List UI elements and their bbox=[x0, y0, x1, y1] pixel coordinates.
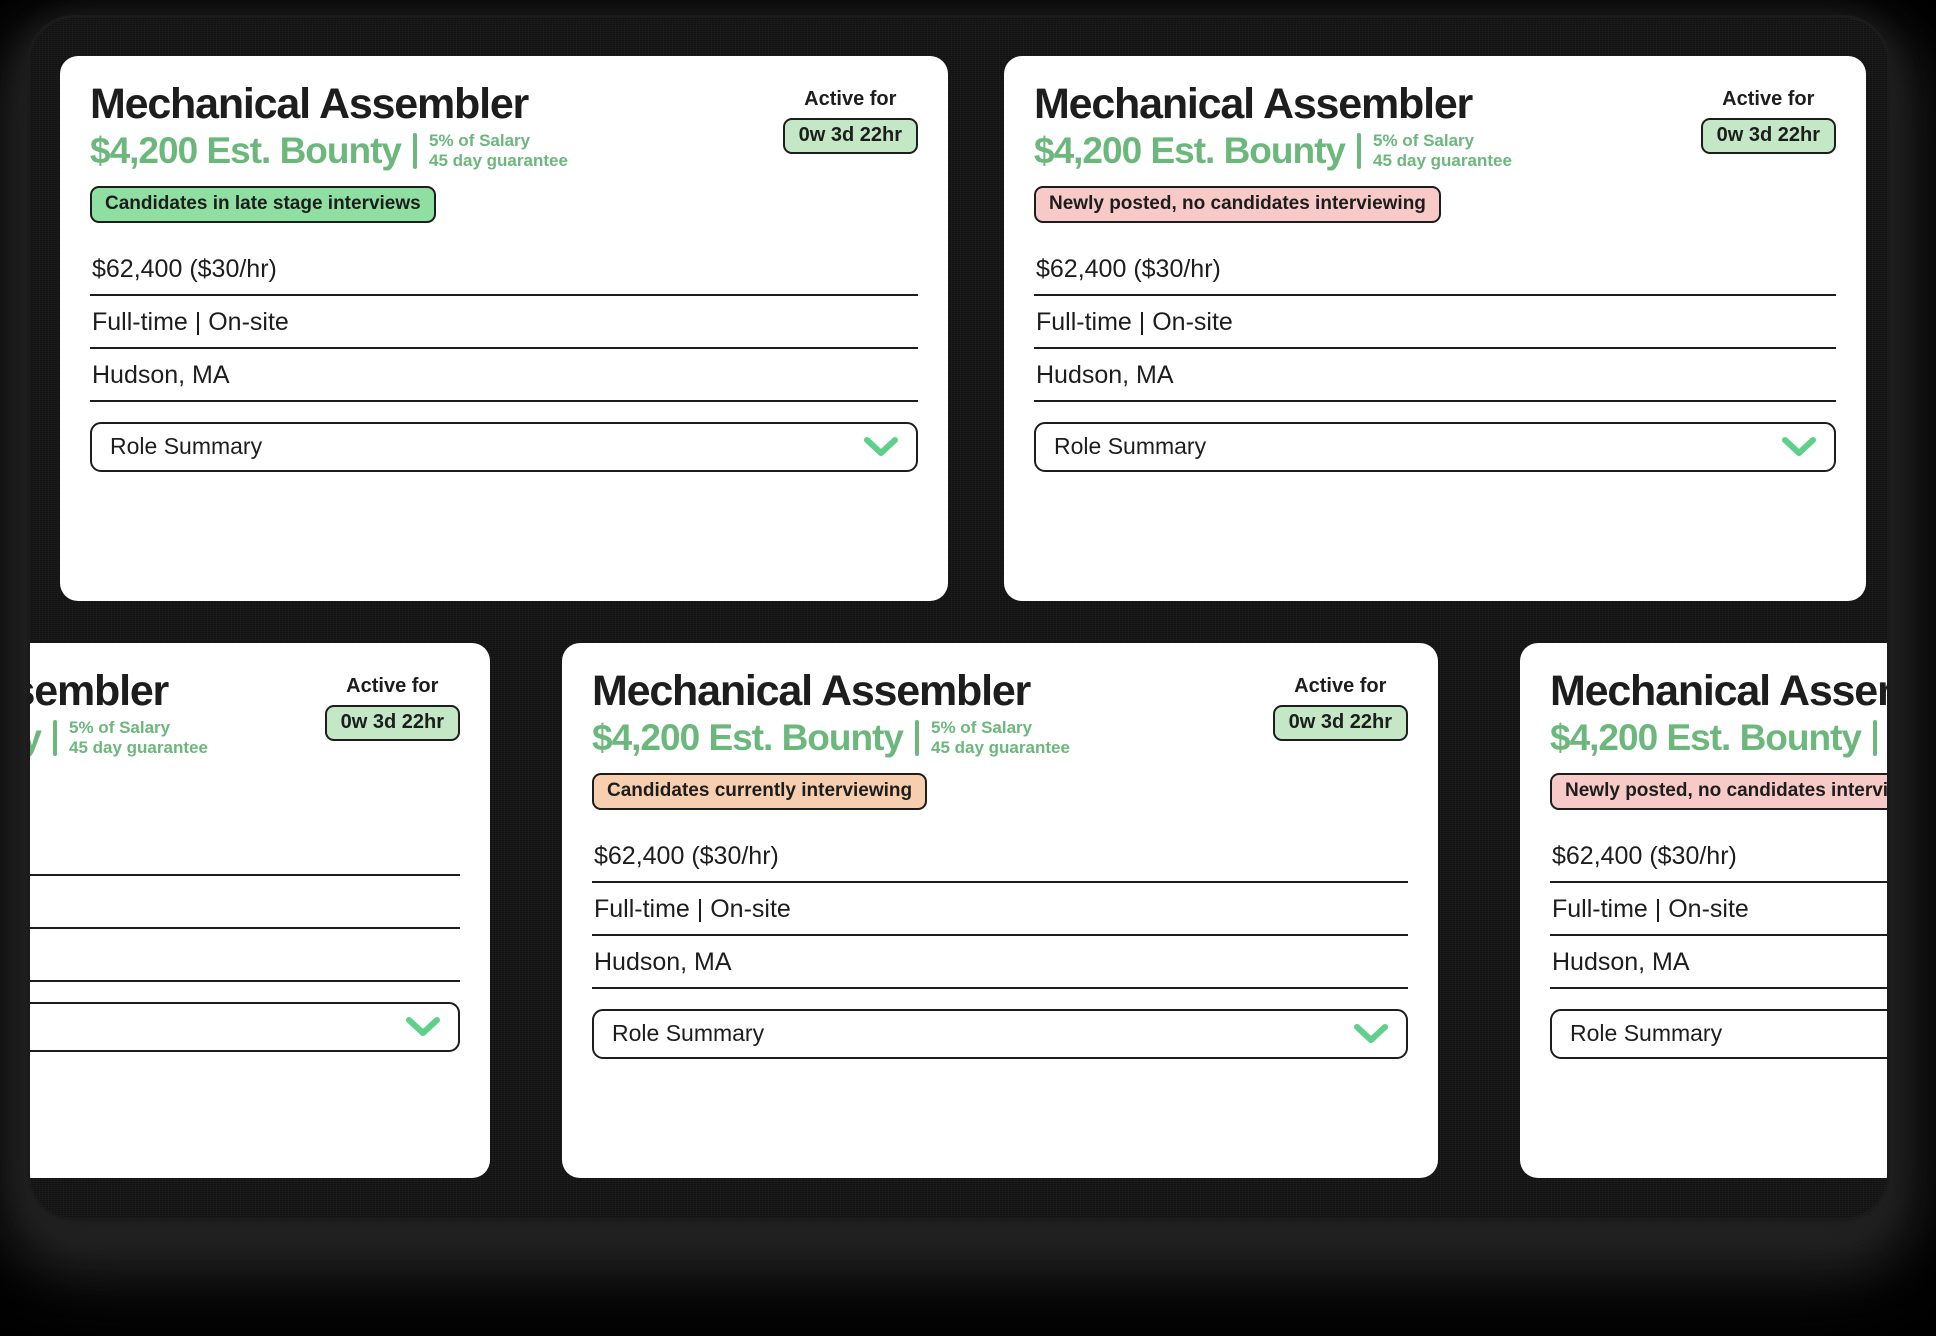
location-row: Hudson, MA bbox=[1550, 948, 1887, 989]
active-for-label: Active for bbox=[804, 88, 897, 110]
location-row: Hudson, MA bbox=[592, 948, 1408, 989]
bounty-terms-line-2: 45 day guarantee bbox=[69, 738, 208, 758]
job-title: Mechanical Assembler bbox=[1550, 667, 1887, 715]
salary-row: $62,400 ($30/hr) bbox=[1550, 842, 1887, 883]
bounty-row: $4,200 Est. Bounty 5% of Salary 45 day g… bbox=[90, 129, 568, 172]
bounty-terms: 5% of Salary 45 day guarantee bbox=[429, 131, 568, 172]
active-for-block: Active for 0w 3d 22hr bbox=[1700, 82, 1836, 154]
card-header: Mechanical Assembler $4,200 Est. Bounty … bbox=[30, 669, 460, 759]
bounty-row: $4,200 Est. Bounty 5% of Salary 45 day g… bbox=[1550, 716, 1887, 759]
bounty-terms: 5% of Salary 45 day guarantee bbox=[69, 718, 208, 759]
bounty-row: $4,200 Est. Bounty 5% of Salary 45 day g… bbox=[592, 716, 1070, 759]
role-summary-label: Role Summary bbox=[1570, 1020, 1723, 1046]
active-for-label: Active for bbox=[1722, 88, 1815, 110]
role-summary-toggle[interactable]: Role Summary bbox=[592, 1008, 1408, 1059]
device-frame: Mechanical Assembler $4,200 Est. Bounty … bbox=[30, 18, 1887, 1218]
card-header-left: Mechanical Assembler $4,200 Est. Bounty … bbox=[592, 669, 1070, 759]
bounty-divider bbox=[53, 719, 58, 756]
job-card[interactable]: Mechanical Assembler $4,200 Est. Bounty … bbox=[60, 56, 948, 601]
active-for-block: Active for 0w 3d 22hr bbox=[1272, 669, 1408, 741]
card-header: Mechanical Assembler $4,200 Est. Bounty … bbox=[1034, 82, 1836, 172]
card-header: Mechanical Assembler $4,200 Est. Bounty … bbox=[90, 82, 918, 172]
bounty-terms-line-1: 5% of Salary bbox=[69, 717, 171, 737]
bounty-terms-line-1: 5% of Salary bbox=[931, 717, 1033, 737]
salary-row: $62,400 ($30/hr) bbox=[592, 842, 1408, 883]
active-duration-pill: 0w 3d 22hr bbox=[1700, 118, 1836, 154]
bounty-amount: $4,200 Est. Bounty bbox=[1034, 129, 1346, 171]
location-row: Hudson, MA bbox=[30, 941, 460, 982]
employment-row: Full-time | On-site bbox=[90, 308, 918, 349]
job-card[interactable]: Mechanical Assembler $4,200 Est. Bounty … bbox=[562, 643, 1438, 1178]
bounty-amount: $4,200 Est. Bounty bbox=[30, 716, 42, 758]
bounty-divider bbox=[1357, 132, 1362, 169]
location-row: Hudson, MA bbox=[1034, 361, 1836, 402]
card-header-left: Mechanical Assembler $4,200 Est. Bounty … bbox=[1034, 82, 1512, 172]
role-summary-toggle[interactable]: Role Summary bbox=[90, 421, 918, 472]
job-card[interactable]: Mechanical Assembler $4,200 Est. Bounty … bbox=[1520, 643, 1887, 1178]
active-duration-pill: 0w 3d 22hr bbox=[782, 118, 918, 154]
chevron-down-icon[interactable] bbox=[1354, 1023, 1388, 1045]
card-header-left: Mechanical Assembler $4,200 Est. Bounty … bbox=[30, 669, 208, 759]
role-summary-label: Role Summary bbox=[612, 1020, 765, 1046]
job-title: Mechanical Assembler bbox=[1034, 80, 1473, 128]
job-title: Mechanical Assembler bbox=[90, 80, 529, 128]
role-summary-toggle[interactable]: Role Summary bbox=[1034, 421, 1836, 472]
bounty-terms: 5% of Salary 45 day guarantee bbox=[931, 718, 1070, 759]
job-title: Mechanical Assembler bbox=[592, 667, 1031, 715]
detail-list: $62,400 ($30/hr) Full-time | On-site Hud… bbox=[1034, 255, 1836, 402]
employment-row: Full-time | On-site bbox=[1034, 308, 1836, 349]
card-header-left: Mechanical Assembler $4,200 Est. Bounty … bbox=[1550, 669, 1887, 759]
bounty-row: $4,200 Est. Bounty 5% of Salary 45 day g… bbox=[1034, 129, 1512, 172]
bounty-terms-line-2: 45 day guarantee bbox=[1373, 151, 1512, 171]
bounty-divider bbox=[915, 719, 920, 756]
salary-row: $62,400 ($30/hr) bbox=[30, 835, 460, 876]
status-badge: Newly posted, no candidates interviewing bbox=[1034, 185, 1441, 223]
detail-list: $62,400 ($30/hr) Full-time | On-site Hud… bbox=[1550, 842, 1887, 989]
salary-row: $62,400 ($30/hr) bbox=[90, 255, 918, 296]
role-summary-toggle[interactable]: Role Summary bbox=[1550, 1008, 1887, 1059]
role-summary-toggle[interactable]: Role Summary bbox=[30, 1001, 460, 1052]
chevron-down-icon[interactable] bbox=[406, 1016, 440, 1038]
detail-list: $62,400 ($30/hr) Full-time | On-site Hud… bbox=[30, 835, 460, 982]
active-for-block: Active for 0w 3d 22hr bbox=[324, 669, 460, 741]
status-badge: Candidates in late stage interviews bbox=[90, 185, 436, 223]
bounty-amount: $4,200 Est. Bounty bbox=[90, 129, 402, 171]
card-header-left: Mechanical Assembler $4,200 Est. Bounty … bbox=[90, 82, 568, 172]
job-title: Mechanical Assembler bbox=[30, 667, 169, 715]
bounty-divider bbox=[1873, 719, 1878, 756]
active-duration-pill: 0w 3d 22hr bbox=[324, 705, 460, 741]
employment-row: Full-time | On-site bbox=[1550, 895, 1887, 936]
bounty-amount: $4,200 Est. Bounty bbox=[1550, 716, 1862, 758]
bounty-terms-line-1: 5% of Salary bbox=[1373, 130, 1475, 150]
status-badge: Candidates currently interviewing bbox=[592, 772, 928, 810]
active-for-label: Active for bbox=[1294, 675, 1387, 697]
bounty-terms-line-2: 45 day guarantee bbox=[931, 738, 1070, 758]
job-card[interactable]: Mechanical Assembler $4,200 Est. Bounty … bbox=[1004, 56, 1866, 601]
employment-row: Full-time | On-site bbox=[30, 888, 460, 929]
chevron-down-icon[interactable] bbox=[1782, 436, 1816, 458]
chevron-down-icon[interactable] bbox=[864, 436, 898, 458]
job-card[interactable]: Mechanical Assembler $4,200 Est. Bounty … bbox=[30, 643, 490, 1178]
active-for-block: Active for 0w 3d 22hr bbox=[782, 82, 918, 154]
salary-row: $62,400 ($30/hr) bbox=[1034, 255, 1836, 296]
detail-list: $62,400 ($30/hr) Full-time | On-site Hud… bbox=[592, 842, 1408, 989]
location-row: Hudson, MA bbox=[90, 361, 918, 402]
employment-row: Full-time | On-site bbox=[592, 895, 1408, 936]
status-badge: Newly posted, no candidates interviewing bbox=[1550, 772, 1887, 810]
bounty-terms-line-2: 45 day guarantee bbox=[429, 151, 568, 171]
bounty-terms-line-1: 5% of Salary bbox=[429, 130, 531, 150]
role-summary-label: Role Summary bbox=[110, 433, 263, 459]
bounty-amount: $4,200 Est. Bounty bbox=[592, 716, 904, 758]
role-summary-label: Role Summary bbox=[1054, 433, 1207, 459]
bounty-terms: 5% of Salary 45 day guarantee bbox=[1373, 131, 1512, 172]
active-for-label: Active for bbox=[346, 675, 439, 697]
job-card-carousel[interactable]: Mechanical Assembler $4,200 Est. Bounty … bbox=[30, 18, 1887, 1218]
card-header: Mechanical Assembler $4,200 Est. Bounty … bbox=[1550, 669, 1887, 759]
card-header: Mechanical Assembler $4,200 Est. Bounty … bbox=[592, 669, 1408, 759]
active-duration-pill: 0w 3d 22hr bbox=[1272, 705, 1408, 741]
bounty-row: $4,200 Est. Bounty 5% of Salary 45 day g… bbox=[30, 716, 208, 759]
detail-list: $62,400 ($30/hr) Full-time | On-site Hud… bbox=[90, 255, 918, 402]
bounty-divider bbox=[413, 132, 418, 169]
